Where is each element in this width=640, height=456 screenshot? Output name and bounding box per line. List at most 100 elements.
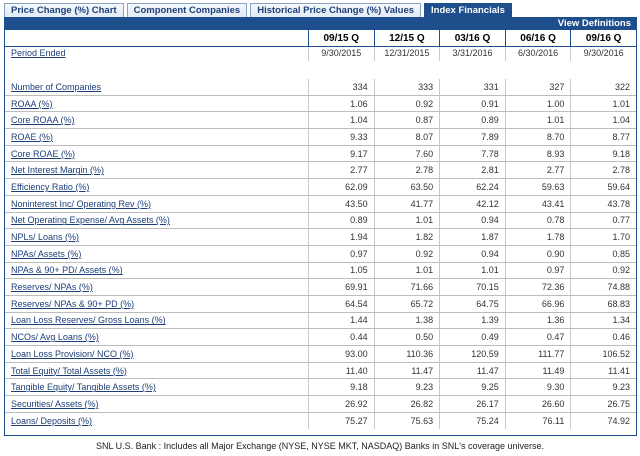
metric-value: 1.04 xyxy=(570,112,636,129)
table-row: Core ROAA (%) 1.04 0.87 0.89 1.01 1.04 xyxy=(5,112,636,130)
table-row: Total Equity/ Total Assets (%) 11.40 11.47… xyxy=(5,362,636,380)
metric-value: 11.47 xyxy=(439,362,505,379)
column-header: 09/16 Q xyxy=(570,30,636,46)
metric-value: 333 xyxy=(373,79,440,95)
tab-price-change-chart[interactable]: Price Change (%) Chart xyxy=(4,3,124,18)
metric-value: 26.60 xyxy=(504,396,571,412)
metric-value: 11.41 xyxy=(570,362,636,379)
metric-label-link[interactable]: Core ROAE (%) xyxy=(5,149,308,159)
metric-label-link[interactable]: Efficiency Ratio (%) xyxy=(5,182,308,192)
metric-value: 7.89 xyxy=(439,129,505,145)
metric-value: 9.18 xyxy=(308,379,374,396)
metric-value: 0.78 xyxy=(504,212,571,229)
table-row: NPAs/ Assets (%) 0.97 0.92 0.94 0.90 0.85 xyxy=(5,245,636,263)
metric-value: 0.49 xyxy=(439,329,505,345)
metric-value: 75.63 xyxy=(373,412,440,430)
metric-value: 8.77 xyxy=(570,129,636,145)
metric-label-link[interactable]: Reserves/ NPAs (%) xyxy=(5,282,308,292)
metric-label-link[interactable]: Number of Companies xyxy=(5,82,308,92)
metric-value: 72.36 xyxy=(504,279,571,295)
metric-label-link[interactable]: Loan Loss Provision/ NCO (%) xyxy=(5,349,308,359)
table-row: Net Interest Margin (%) 2.77 2.78 2.81 2.77 2… xyxy=(5,162,636,180)
metric-value: 41.77 xyxy=(373,195,440,212)
metric-value: 1.70 xyxy=(570,229,636,245)
table-row: ROAE (%) 9.33 8.07 7.89 8.70 8.77 xyxy=(5,129,636,146)
metric-value: 93.00 xyxy=(308,346,374,362)
metric-label-link[interactable]: Net Operating Expense/ Avg Assets (%) xyxy=(5,215,308,225)
metric-label-link[interactable]: NPAs & 90+ PD/ Assets (%) xyxy=(5,265,308,275)
metric-value: 1.04 xyxy=(308,112,374,129)
metric-value: 68.83 xyxy=(570,295,636,312)
metric-value: 66.96 xyxy=(504,295,571,312)
metric-value: 74.92 xyxy=(570,412,636,430)
metric-value: 43.50 xyxy=(308,195,374,212)
metric-label-link[interactable]: ROAE (%) xyxy=(5,132,308,142)
metric-value: 9.33 xyxy=(308,129,374,145)
metric-value: 26.17 xyxy=(439,396,505,412)
metric-value: 1.87 xyxy=(439,229,505,245)
metric-label-link[interactable]: Net Interest Margin (%) xyxy=(5,165,308,175)
metric-value: 331 xyxy=(439,79,505,95)
column-header: 09/15 Q xyxy=(308,30,374,46)
metric-label-link[interactable]: Core ROAA (%) xyxy=(5,115,308,125)
metric-value: 111.77 xyxy=(504,346,571,362)
metric-value: 9.23 xyxy=(570,379,636,396)
metric-value: 0.92 xyxy=(373,245,440,262)
metric-label-link[interactable]: NPLs/ Loans (%) xyxy=(5,232,308,242)
metric-value: 9.25 xyxy=(439,379,505,396)
metric-value: 0.47 xyxy=(504,329,571,345)
table-row: Core ROAE (%) 9.17 7.60 7.78 8.93 9.18 xyxy=(5,145,636,163)
metric-label-link[interactable]: ROAA (%) xyxy=(5,99,308,109)
metric-value: 59.63 xyxy=(504,179,571,195)
view-definitions-link[interactable]: View Definitions xyxy=(558,18,631,30)
metric-value: 0.97 xyxy=(504,262,571,279)
tab-index-financials[interactable]: Index Financials xyxy=(424,3,512,18)
metric-label-link[interactable]: Loans/ Deposits (%) xyxy=(5,416,308,426)
table-row: Tangible Equity/ Tangible Assets (%) 9.18… xyxy=(5,379,636,397)
metric-label-link[interactable]: Tangible Equity/ Tangible Assets (%) xyxy=(5,382,308,392)
metric-value: 26.82 xyxy=(373,396,440,412)
metric-value: 0.91 xyxy=(439,95,505,112)
metric-value: 2.77 xyxy=(504,162,571,179)
metric-value: 43.78 xyxy=(570,195,636,212)
metric-label-link[interactable]: Reserves/ NPAs & 90+ PD (%) xyxy=(5,299,308,309)
panel-header-bar: View Definitions xyxy=(5,18,636,30)
metric-value: 76.11 xyxy=(504,412,571,430)
period-ended-value: 12/31/2015 xyxy=(373,47,440,61)
metric-label-link[interactable]: NCOs/ Avg Loans (%) xyxy=(5,332,308,342)
metric-value: 43.41 xyxy=(504,195,571,212)
metric-value: 69.91 xyxy=(308,279,374,295)
table-row: Loan Loss Provision/ NCO (%) 93.00 110.36 1… xyxy=(5,346,636,363)
metric-value: 1.01 xyxy=(373,212,440,229)
period-ended-label[interactable]: Period Ended xyxy=(5,47,308,58)
metric-label-link[interactable]: Loan Loss Reserves/ Gross Loans (%) xyxy=(5,315,308,325)
financials-table: 09/15 Q 12/15 Q 03/16 Q 06/16 Q 09/16 Q Peri… xyxy=(5,30,636,430)
metric-value: 71.66 xyxy=(373,279,440,295)
metric-value: 64.54 xyxy=(308,295,374,312)
tab-component-companies[interactable]: Component Companies xyxy=(126,3,248,18)
tab-historical-price-change-values[interactable]: Historical Price Change (%) Values xyxy=(250,3,422,18)
period-ended-value: 9/30/2015 xyxy=(308,47,374,61)
table-row: NCOs/ Avg Loans (%) 0.44 0.50 0.49 0.47 0.46 xyxy=(5,329,636,346)
table-row: Noninterest Inc/ Operating Rev (%) 43.50 4… xyxy=(5,195,636,213)
metric-value: 59.64 xyxy=(570,179,636,195)
metric-value: 9.17 xyxy=(308,145,374,162)
metric-label-link[interactable]: NPAs/ Assets (%) xyxy=(5,249,308,259)
metric-label-link[interactable]: Securities/ Assets (%) xyxy=(5,399,308,409)
metric-value: 0.50 xyxy=(373,329,440,345)
metric-value: 1.44 xyxy=(308,312,374,329)
table-row: ROAA (%) 1.06 0.92 0.91 1.00 1.01 xyxy=(5,95,636,113)
metric-value: 0.85 xyxy=(570,245,636,262)
metric-value: 1.05 xyxy=(308,262,374,279)
metric-value: 7.60 xyxy=(373,145,440,162)
metric-value: 62.24 xyxy=(439,179,505,195)
metric-value: 1.82 xyxy=(373,229,440,245)
metric-value: 1.01 xyxy=(570,95,636,112)
column-header-row: 09/15 Q 12/15 Q 03/16 Q 06/16 Q 09/16 Q xyxy=(5,30,636,47)
metric-label-link[interactable]: Total Equity/ Total Assets (%) xyxy=(5,366,308,376)
metric-value: 65.72 xyxy=(373,295,440,312)
period-ended-value: 6/30/2016 xyxy=(504,47,571,61)
metric-value: 0.89 xyxy=(439,112,505,129)
metric-label-link[interactable]: Noninterest Inc/ Operating Rev (%) xyxy=(5,199,308,209)
metric-value: 26.75 xyxy=(570,396,636,412)
